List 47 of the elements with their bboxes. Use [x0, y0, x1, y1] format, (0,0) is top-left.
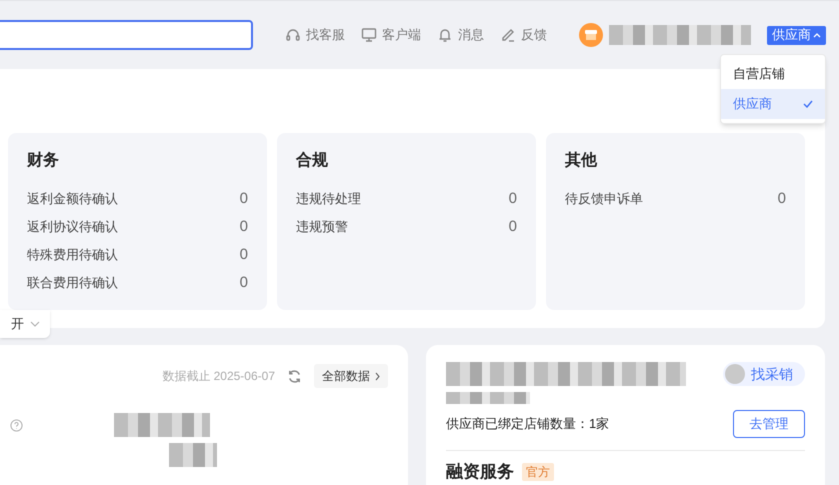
role-menu-item[interactable]: 供应商: [721, 89, 825, 119]
chevron-down-icon: [30, 321, 40, 327]
header-action[interactable]: 找客服: [285, 25, 345, 45]
official-badge: 官方: [522, 462, 554, 481]
todo-item-label[interactable]: 特殊费用待确认: [27, 245, 118, 265]
todo-item-label[interactable]: 返利金额待确认: [27, 189, 118, 209]
todo-item-label[interactable]: 待反馈申诉单: [565, 189, 643, 209]
help-icon[interactable]: [10, 418, 23, 432]
todo-card-title: 其他: [565, 150, 598, 171]
todo-item-count: 0: [240, 244, 248, 265]
expand-label: 开: [11, 315, 24, 334]
role-menu-item[interactable]: 自营店铺: [721, 59, 825, 89]
todo-item-count: 0: [240, 272, 248, 293]
finance-title: 融资服务: [446, 461, 514, 483]
todo-item-count: 0: [240, 216, 248, 237]
role-switch-button[interactable]: 供应商: [767, 26, 826, 44]
header-action[interactable]: 消息: [437, 25, 484, 45]
todo-item-count: 0: [508, 188, 517, 209]
headset-icon: [285, 27, 301, 43]
header-action[interactable]: 反馈: [500, 25, 547, 45]
expand-toggle[interactable]: 开: [0, 310, 50, 338]
todo-item-count: 0: [508, 216, 517, 237]
todo-item-label[interactable]: 联合费用待确认: [27, 273, 118, 293]
check-icon: [803, 100, 813, 108]
todo-card-title: 财务: [27, 150, 60, 171]
todo-item-label[interactable]: 违规预警: [296, 217, 348, 237]
person-avatar: [725, 364, 745, 384]
todo-item-count: 0: [240, 188, 248, 209]
header-action[interactable]: 客户端: [361, 25, 421, 45]
todo-item-label[interactable]: 违规待处理: [296, 189, 361, 209]
refresh-icon[interactable]: [287, 368, 302, 384]
todo-item-count: 0: [778, 188, 786, 209]
chevron-right-icon: [375, 372, 380, 380]
chevron-up-icon: [813, 32, 821, 38]
blurred-text-placeholder: [169, 443, 217, 467]
todo-card-title: 合规: [296, 150, 329, 171]
bound-shops-text: 供应商已绑定店铺数量：1家: [446, 415, 610, 434]
bell-icon: [437, 27, 453, 43]
all-data-button[interactable]: 全部数据: [314, 364, 388, 388]
pen-icon: [500, 27, 516, 43]
todo-item-label[interactable]: 返利协议待确认: [27, 217, 118, 237]
manage-button[interactable]: 去管理: [733, 410, 805, 438]
search-field[interactable]: [0, 20, 253, 50]
shop-avatar-icon: [579, 23, 603, 47]
monitor-icon: [361, 27, 377, 43]
find-buyer-button[interactable]: 找采销: [723, 362, 805, 386]
data-date-text: 数据截止 2025-06-07: [162, 368, 275, 385]
